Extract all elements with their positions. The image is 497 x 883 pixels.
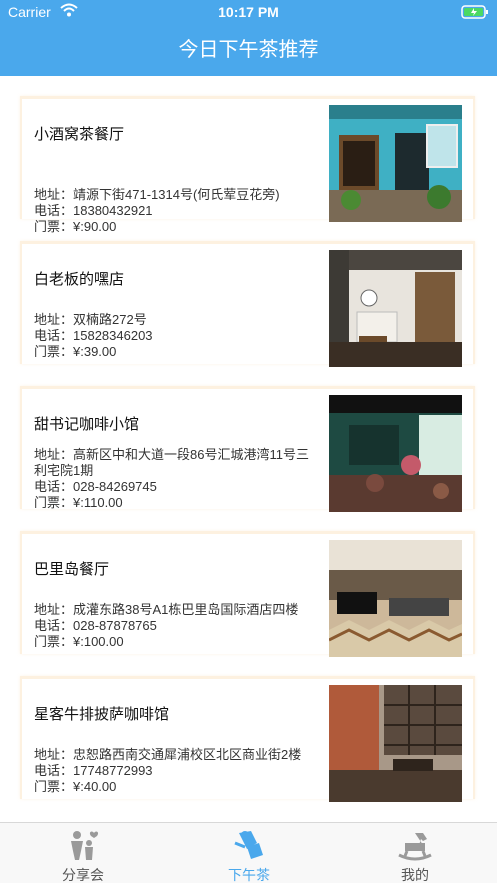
restaurant-address: 地址：高新区中和大道一段86号汇城港湾11号三利宅院1期 bbox=[34, 447, 309, 478]
list-item[interactable]: 星客牛排披萨咖啡馆 地址：忠恕路西南交通犀浦校区北区商业街2楼 电话：17748… bbox=[20, 676, 475, 802]
tab-label: 分享会 bbox=[62, 867, 104, 883]
restaurant-name: 巴里岛餐厅 bbox=[34, 561, 110, 578]
restaurant-phone: 电话：18380432921 bbox=[34, 203, 153, 218]
battery-icon bbox=[461, 5, 489, 22]
restaurant-photo bbox=[329, 685, 462, 802]
restaurant-photo bbox=[329, 395, 462, 512]
tab-afternoon-tea[interactable]: 下午茶 bbox=[166, 823, 332, 883]
restaurant-address: 地址：忠恕路西南交通犀浦校区北区商业街2楼 bbox=[34, 747, 302, 762]
rocking-horse-icon bbox=[395, 829, 435, 861]
list-item[interactable]: 巴里岛餐厅 地址：成灌东路38号A1栋巴里岛国际酒店四楼 电话：028-8787… bbox=[20, 531, 475, 657]
restaurant-photo bbox=[329, 105, 462, 222]
restaurant-name: 甜书记咖啡小馆 bbox=[34, 416, 140, 433]
status-time: 10:17 PM bbox=[218, 4, 279, 20]
nav-title: 今日下午茶推荐 bbox=[0, 24, 497, 76]
restaurant-name: 白老板的嘿店 bbox=[34, 271, 125, 288]
restaurant-list[interactable]: 小酒窝茶餐厅 地址：靖源下街471-1314号(何氏荤豆花旁) 电话：18380… bbox=[0, 76, 497, 822]
restaurant-phone: 电话：15828346203 bbox=[34, 328, 153, 343]
restaurant-ticket: 门票：¥:110.00 bbox=[34, 495, 123, 510]
tab-label: 下午茶 bbox=[228, 867, 270, 883]
restaurant-name: 星客牛排披萨咖啡馆 bbox=[34, 706, 170, 723]
restaurant-ticket: 门票：¥:39.00 bbox=[34, 344, 117, 359]
restaurant-address: 地址：双楠路272号 bbox=[34, 312, 147, 327]
tab-bar: 分享会 下午茶 我的 bbox=[0, 822, 497, 883]
list-item[interactable]: 白老板的嘿店 地址：双楠路272号 电话：15828346203 门票：¥:39… bbox=[20, 241, 475, 367]
restaurant-name: 小酒窝茶餐厅 bbox=[34, 126, 125, 143]
list-item[interactable]: 甜书记咖啡小馆 地址：高新区中和大道一段86号汇城港湾11号三利宅院1期 电话：… bbox=[20, 386, 475, 512]
restaurant-phone: 电话：028-84269745 bbox=[34, 479, 157, 494]
restaurant-address: 地址：成灌东路38号A1栋巴里岛国际酒店四楼 bbox=[34, 602, 299, 617]
restaurant-photo bbox=[329, 250, 462, 367]
tab-mine[interactable]: 我的 bbox=[332, 823, 497, 883]
tab-label: 我的 bbox=[401, 867, 429, 883]
list-item[interactable]: 小酒窝茶餐厅 地址：靖源下街471-1314号(何氏荤豆花旁) 电话：18380… bbox=[20, 96, 475, 234]
restaurant-ticket: 门票：¥:40.00 bbox=[34, 779, 117, 794]
restaurant-ticket: 门票：¥:90.00 bbox=[34, 219, 117, 234]
people-icon bbox=[63, 829, 103, 861]
status-bar: Carrier 10:17 PM bbox=[0, 0, 497, 24]
tea-icon bbox=[229, 829, 269, 861]
restaurant-phone: 电话：028-87878765 bbox=[34, 618, 157, 633]
restaurant-ticket: 门票：¥:100.00 bbox=[34, 634, 124, 649]
restaurant-address: 地址：靖源下街471-1314号(何氏荤豆花旁) bbox=[34, 187, 280, 202]
tab-share[interactable]: 分享会 bbox=[0, 823, 166, 883]
restaurant-phone: 电话：17748772993 bbox=[34, 763, 153, 778]
restaurant-photo bbox=[329, 540, 462, 657]
